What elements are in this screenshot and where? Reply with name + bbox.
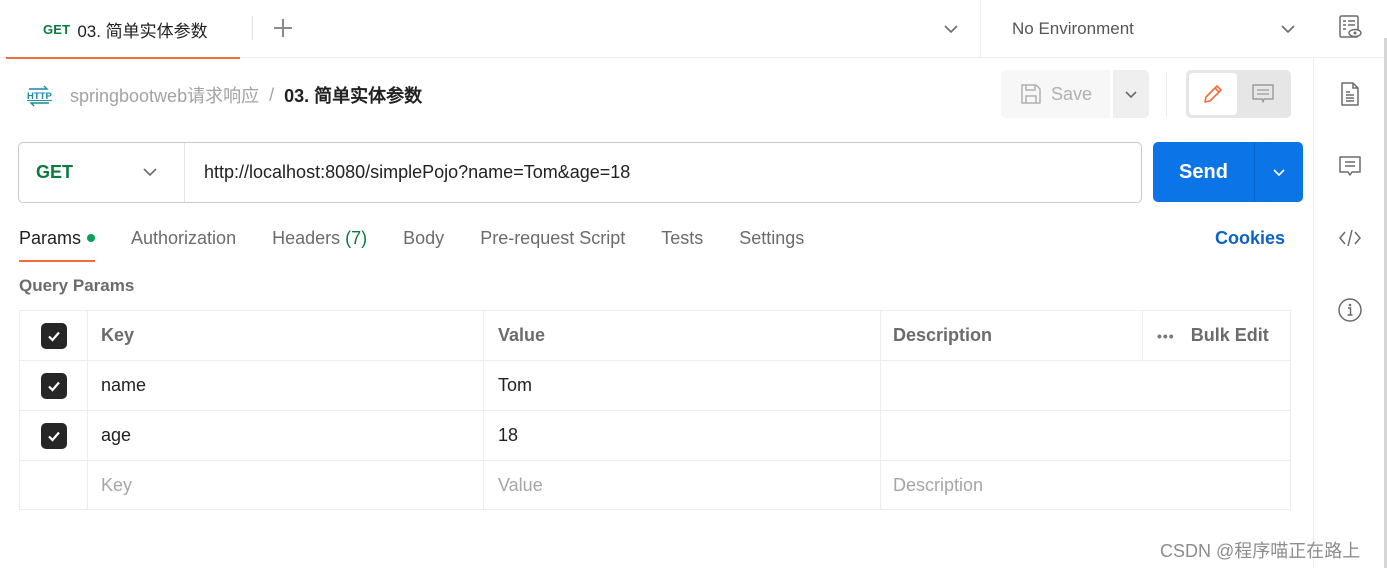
breadcrumb-separator: /	[269, 84, 275, 105]
chevron-down-icon	[143, 168, 157, 177]
row-enabled-checkbox[interactable]	[40, 422, 67, 449]
send-button-group: Send	[1153, 142, 1303, 202]
more-options-icon[interactable]: •••	[1157, 328, 1175, 344]
param-key-cell[interactable]: age	[88, 411, 484, 460]
tab-tests[interactable]: Tests	[661, 222, 703, 262]
checkmark-icon	[47, 331, 60, 342]
breadcrumb-current-request[interactable]: 03. 简单实体参数	[284, 82, 422, 108]
environment-selector[interactable]: No Environment	[981, 0, 1313, 58]
url-input[interactable]	[185, 143, 1141, 202]
checkmark-icon	[47, 431, 60, 442]
select-all-cell	[20, 311, 88, 360]
column-header-description: Description	[893, 325, 993, 345]
breadcrumb-collection[interactable]: springbootweb请求响应	[70, 82, 259, 108]
param-value-cell[interactable]: Tom	[484, 361, 881, 410]
code-snippet-icon[interactable]	[1337, 225, 1363, 251]
cookies-link[interactable]: Cookies	[1215, 222, 1285, 254]
tab-label: Settings	[739, 228, 805, 248]
tabs-dropdown-button[interactable]	[938, 16, 964, 42]
mode-toggle	[1186, 70, 1291, 118]
save-button-group: Save	[1001, 70, 1149, 118]
right-sidebar	[1313, 0, 1387, 568]
request-url-bar: GET	[18, 142, 1142, 203]
pencil-icon	[1204, 85, 1222, 103]
tab-pre-request-script[interactable]: Pre-request Script	[480, 222, 625, 262]
http-request-icon: HTTP	[27, 85, 52, 107]
info-icon[interactable]	[1337, 297, 1363, 323]
chevron-down-icon	[944, 25, 958, 34]
tab-params[interactable]: Params	[19, 222, 96, 262]
send-button[interactable]: Send	[1153, 142, 1254, 202]
checkmark-icon	[47, 381, 60, 392]
new-value-input[interactable]: Value	[484, 461, 881, 509]
save-label: Save	[1051, 83, 1093, 104]
new-param-row: Key Value Description	[20, 461, 1290, 509]
tab-headers[interactable]: Headers (7)	[272, 222, 367, 262]
chevron-down-icon	[1125, 91, 1137, 99]
chevron-down-icon	[1281, 25, 1295, 34]
breadcrumb: HTTP springbootweb请求响应 / 03. 简单实体参数	[25, 78, 422, 112]
table-row: name Tom	[20, 361, 1290, 411]
row-checkbox-cell	[20, 461, 88, 509]
tab-method-badge: GET	[43, 21, 71, 37]
tab-authorization[interactable]: Authorization	[131, 222, 236, 262]
send-options-button[interactable]	[1254, 142, 1303, 202]
documentation-icon[interactable]	[1337, 81, 1363, 107]
tab-label: Authorization	[131, 228, 237, 248]
comments-icon[interactable]	[1337, 153, 1363, 179]
chevron-down-icon	[1273, 169, 1285, 177]
new-description-input[interactable]: Description	[881, 461, 1290, 509]
request-tabs: Params Authorization Headers (7) Body Pr…	[19, 222, 840, 262]
param-description-cell[interactable]	[881, 361, 1290, 410]
tab-title: 03. 简单实体参数	[77, 21, 208, 41]
active-tab-indicator	[6, 57, 240, 59]
tab-label: Headers	[272, 228, 341, 248]
active-tab-indicator	[19, 260, 96, 262]
comment-icon	[1252, 84, 1274, 103]
bulk-edit-button[interactable]: ••• Bulk Edit	[1142, 311, 1290, 360]
tab-label: Pre-request Script	[480, 228, 626, 248]
save-disk-icon	[1021, 84, 1041, 104]
new-key-input[interactable]: Key	[88, 461, 484, 509]
watermark: CSDN @程序喵正在路上	[1160, 541, 1361, 561]
params-active-dot	[87, 234, 96, 242]
save-options-button[interactable]	[1113, 70, 1149, 118]
column-header-key: Key	[88, 311, 484, 360]
column-header-value: Value	[484, 311, 881, 360]
tab-label: Tests	[661, 228, 704, 248]
environment-quick-look-icon[interactable]	[1337, 14, 1363, 40]
svg-text:HTTP: HTTP	[27, 91, 52, 102]
table-row: age 18	[20, 411, 1290, 461]
request-tab-active[interactable]: GET 03. 简单实体参数	[6, 0, 240, 59]
row-enabled-checkbox[interactable]	[40, 372, 67, 399]
comment-mode-button[interactable]	[1239, 73, 1287, 115]
edit-mode-button[interactable]	[1189, 73, 1237, 115]
tab-body[interactable]: Body	[403, 222, 444, 262]
query-params-table: Key Value Description ••• Bulk Edit name…	[19, 310, 1291, 510]
tab-strip: GET 03. 简单实体参数 No Environment	[0, 0, 1313, 59]
http-method-select[interactable]: GET	[19, 143, 185, 202]
http-method-value: GET	[36, 162, 74, 182]
environment-label: No Environment	[1012, 19, 1134, 38]
tab-label: Params	[19, 228, 82, 248]
query-params-heading: Query Params	[19, 276, 135, 295]
headers-count: (7)	[345, 228, 368, 248]
row-checkbox-cell	[20, 411, 88, 460]
toolbar-divider	[1166, 72, 1167, 116]
tab-divider	[252, 16, 253, 40]
param-description-cell[interactable]	[881, 411, 1290, 460]
param-value-cell[interactable]: 18	[484, 411, 881, 460]
new-tab-button[interactable]	[268, 13, 298, 43]
param-key-cell[interactable]: name	[88, 361, 484, 410]
save-button[interactable]: Save	[1001, 70, 1110, 118]
bulk-edit-label: Bulk Edit	[1190, 325, 1269, 345]
tab-label: Body	[403, 228, 445, 248]
table-header-row: Key Value Description ••• Bulk Edit	[20, 311, 1290, 361]
row-checkbox-cell	[20, 361, 88, 410]
tab-settings[interactable]: Settings	[739, 222, 804, 262]
select-all-checkbox[interactable]	[40, 322, 67, 349]
